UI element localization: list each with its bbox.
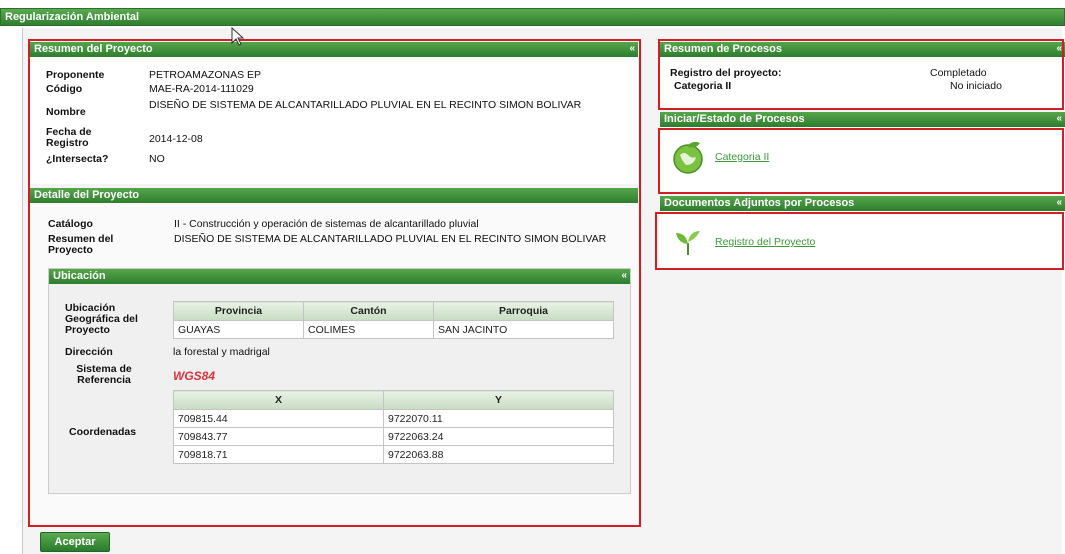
app-title: Regularización Ambiental	[5, 11, 140, 23]
ubicacion-panel-header[interactable]: Ubicación «	[49, 269, 630, 284]
proponente-label: Proponente	[46, 69, 105, 81]
table-header-y: Y	[383, 390, 614, 410]
codigo-value: MAE-RA-2014-111029	[149, 83, 254, 95]
categoria-label: Categoria II	[674, 80, 732, 92]
aceptar-button[interactable]: Aceptar	[40, 532, 110, 552]
table-header-x: X	[173, 390, 384, 410]
catalogo-value: II - Construcción y operación de sistema…	[174, 218, 479, 230]
fecha-value: 2014-12-08	[149, 133, 203, 145]
detalle-panel-title: Detalle del Proyecto	[34, 189, 140, 201]
table-cell-y: 9722063.24	[383, 427, 614, 446]
resumen-panel-title: Resumen del Proyecto	[34, 43, 153, 55]
nombre-value: DISEÑO DE SISTEMA DE ALCANTARILLADO PLUV…	[149, 99, 582, 111]
direccion-label: Dirección	[65, 346, 113, 358]
table-row: GUAYAS COLIMES SAN JACINTO	[173, 320, 614, 339]
table-cell-parroquia: SAN JACINTO	[433, 320, 614, 339]
catalogo-label: Catálogo	[48, 218, 93, 230]
table-header-row: Provincia Cantón Parroquia	[173, 301, 614, 321]
procesos-panel-header[interactable]: Resumen de Procesos «	[660, 42, 1065, 57]
detalle-panel-body: Catálogo II - Construcción y operación d…	[30, 203, 638, 523]
table-header-provincia: Provincia	[173, 301, 304, 321]
resumen-proyecto-value: DISEÑO DE SISTEMA DE ALCANTARILLADO PLUV…	[174, 233, 607, 245]
table-cell-y: 9722063.88	[383, 445, 614, 464]
mouse-cursor-icon	[231, 26, 245, 47]
table-row: 709818.71 9722063.88	[173, 445, 614, 464]
ubicacion-geo-label: Ubicación Geográfica del Proyecto	[65, 302, 138, 336]
documentos-panel-header[interactable]: Documentos Adjuntos por Procesos «	[660, 196, 1065, 211]
collapse-icon[interactable]: «	[621, 269, 627, 283]
documentos-panel-title: Documentos Adjuntos por Procesos	[664, 197, 855, 209]
resumen-panel-header[interactable]: Resumen del Proyecto «	[30, 42, 638, 57]
coord-table: X Y 709815.44 9722070.11 709843.77 97220…	[173, 390, 614, 464]
collapse-icon[interactable]: «	[629, 42, 635, 56]
table-header-parroquia: Parroquia	[433, 301, 614, 321]
table-header-row: X Y	[173, 390, 614, 410]
iniciar-panel-title: Iniciar/Estado de Procesos	[664, 113, 805, 125]
table-cell-x: 709815.44	[173, 409, 384, 428]
registro-proyecto-label: Registro del proyecto:	[670, 67, 782, 79]
procesos-panel-body: Registro del proyecto: Completado Catego…	[660, 57, 1065, 109]
documentos-panel-body: Registro del Proyecto	[660, 211, 1065, 269]
registro-proyecto-link[interactable]: Registro del Proyecto	[715, 236, 815, 248]
fecha-label: Fecha de Registro	[46, 126, 92, 149]
registro-proyecto-status: Completado	[930, 67, 987, 79]
ubicacion-panel: Ubicación « Ubicación Geográfica del Pro…	[48, 268, 631, 494]
codigo-label: Código	[46, 83, 83, 95]
categoria-ii-link[interactable]: Categoria II	[715, 151, 769, 163]
sistema-referencia-label: Sistema de Referencia	[76, 363, 132, 386]
collapse-icon[interactable]: «	[1056, 196, 1062, 210]
table-cell-canton: COLIMES	[303, 320, 434, 339]
direccion-value: la forestal y madrigal	[173, 346, 270, 358]
geo-table: Provincia Cantón Parroquia GUAYAS COLIME…	[173, 301, 614, 339]
table-row: 709843.77 9722063.24	[173, 427, 614, 446]
nombre-label: Nombre	[46, 106, 86, 118]
iniciar-panel-header[interactable]: Iniciar/Estado de Procesos «	[660, 112, 1065, 127]
proponente-value: PETROAMAZONAS EP	[149, 69, 262, 81]
intersecta-value: NO	[149, 153, 165, 165]
app-title-bar: Regularización Ambiental	[0, 8, 1065, 26]
table-row: 709815.44 9722070.11	[173, 409, 614, 428]
collapse-icon[interactable]: «	[1056, 42, 1062, 56]
procesos-panel-title: Resumen de Procesos	[664, 43, 782, 55]
table-cell-x: 709843.77	[173, 427, 384, 446]
table-cell-x: 709818.71	[173, 445, 384, 464]
resumen-panel-body: Proponente PETROAMAZONAS EP Código MAE-R…	[30, 57, 638, 184]
intersecta-label: ¿Intersecta?	[46, 153, 109, 165]
sistema-referencia-value: WGS84	[173, 369, 216, 383]
categoria-status: No iniciado	[950, 80, 1002, 92]
iniciar-panel-body: Categoria II	[660, 127, 1065, 193]
plant-leaf-icon[interactable]	[674, 229, 702, 255]
coordenadas-label: Coordenadas	[69, 426, 137, 438]
globe-leaf-icon[interactable]	[670, 139, 706, 175]
ubicacion-panel-title: Ubicación	[53, 270, 106, 282]
detalle-panel-header[interactable]: Detalle del Proyecto	[30, 188, 638, 203]
table-cell-y: 9722070.11	[383, 409, 614, 428]
resumen-proyecto-label: Resumen del Proyecto	[48, 233, 114, 256]
collapse-icon[interactable]: «	[1056, 112, 1062, 126]
table-header-canton: Cantón	[303, 301, 434, 321]
table-cell-provincia: GUAYAS	[173, 320, 304, 339]
